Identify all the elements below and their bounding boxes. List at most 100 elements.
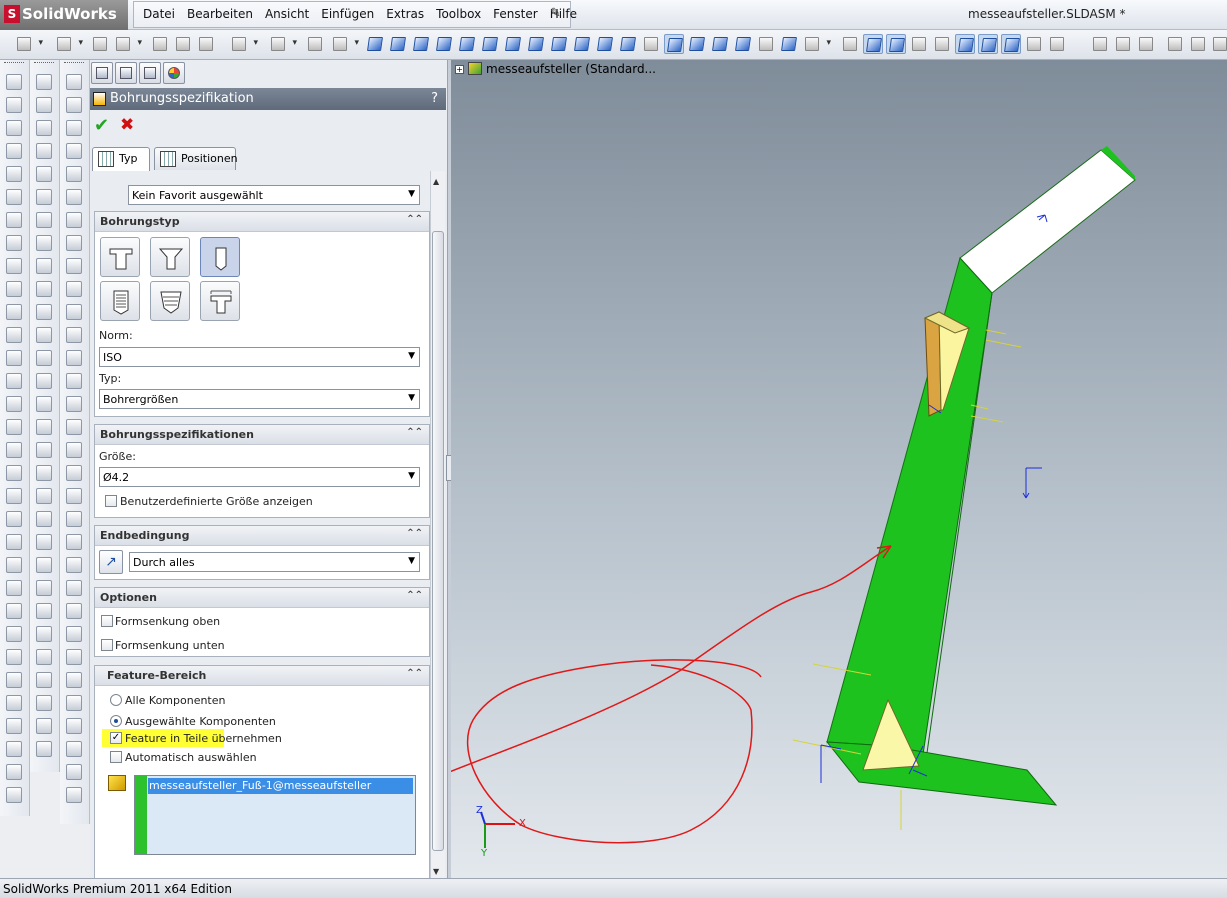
- view-points-icon[interactable]: [932, 34, 952, 54]
- revolve-cut-icon[interactable]: [6, 189, 22, 205]
- perimeter-circle-icon[interactable]: [66, 258, 82, 274]
- offset-entities-icon[interactable]: [66, 557, 82, 573]
- ok-button[interactable]: ✔: [94, 115, 109, 136]
- reference-geometry-icon[interactable]: [36, 580, 52, 596]
- change-transparency-icon[interactable]: [36, 120, 52, 136]
- favorite-select[interactable]: Kein Favorit ausgewählt ▼: [128, 185, 420, 205]
- polygon-icon[interactable]: [66, 350, 82, 366]
- centerline-icon[interactable]: [66, 166, 82, 182]
- clearance-icon[interactable]: [36, 442, 52, 458]
- group-options-header[interactable]: Optionen ⌃⌃: [95, 588, 429, 608]
- lofted-cut-icon[interactable]: [6, 235, 22, 251]
- rib-icon[interactable]: [6, 304, 22, 320]
- menu-toolbox[interactable]: Toolbox: [431, 0, 488, 30]
- mirror-icon[interactable]: [6, 419, 22, 435]
- mate-tool-icon[interactable]: [36, 304, 52, 320]
- pipe-tap-button[interactable]: [150, 281, 190, 321]
- hidden-lines-icon[interactable]: [710, 34, 730, 54]
- group-hole-specs-header[interactable]: Bohrungsspezifikationen ⌃⌃: [95, 425, 429, 445]
- mate-icon[interactable]: [1090, 34, 1110, 54]
- mirror-entities-icon[interactable]: [66, 718, 82, 734]
- linear-sketch-pattern-icon[interactable]: [66, 626, 82, 642]
- menu-datei[interactable]: Datei: [138, 0, 182, 30]
- scroll-up-icon[interactable]: ▲: [433, 177, 439, 186]
- weld-bead-icon[interactable]: [36, 695, 52, 711]
- 3-point-arc-icon[interactable]: [66, 327, 82, 343]
- menu-fenster[interactable]: Fenster: [488, 0, 545, 30]
- magnet-icon[interactable]: [36, 741, 52, 757]
- print-icon[interactable]: [113, 34, 142, 54]
- undo-icon[interactable]: [229, 34, 258, 54]
- collapse-chevron-icon[interactable]: ⌃⌃: [406, 214, 423, 225]
- new-document-icon[interactable]: [14, 34, 43, 54]
- hide-show-icon[interactable]: [36, 97, 52, 113]
- view-lights-icon[interactable]: [1024, 34, 1044, 54]
- dome-icon[interactable]: [6, 373, 22, 389]
- view-iso-icon[interactable]: [503, 34, 523, 54]
- simple-hole-button[interactable]: [200, 237, 240, 277]
- sketch-tool-icon[interactable]: [66, 74, 82, 90]
- move-entities-icon[interactable]: [66, 741, 82, 757]
- coordinate-system-icon[interactable]: [6, 695, 22, 711]
- help-button[interactable]: ?: [431, 91, 438, 106]
- helix-icon[interactable]: [6, 603, 22, 619]
- sketch-point-icon[interactable]: [66, 603, 82, 619]
- pan-icon[interactable]: [779, 34, 799, 54]
- toolbar-grip[interactable]: [34, 62, 54, 65]
- linear-pattern-icon[interactable]: [6, 442, 22, 458]
- linear-component-pattern-icon[interactable]: [36, 327, 52, 343]
- view-planes-icon[interactable]: [909, 34, 929, 54]
- rotate-component-icon[interactable]: [36, 396, 52, 412]
- flex-icon[interactable]: [6, 764, 22, 780]
- deform-icon[interactable]: [6, 787, 22, 803]
- property-scrollbar[interactable]: ▲ ▼: [430, 171, 445, 878]
- tapped-hole-button[interactable]: [100, 281, 140, 321]
- edit-component-icon[interactable]: [36, 143, 52, 159]
- swept-cut-icon[interactable]: [6, 212, 22, 228]
- draft-icon[interactable]: [6, 350, 22, 366]
- sketch-pattern-icon[interactable]: [6, 511, 22, 527]
- two-view-icon[interactable]: [618, 34, 638, 54]
- revolve-icon[interactable]: [6, 97, 22, 113]
- point-icon[interactable]: [6, 718, 22, 734]
- custom-size-checkbox[interactable]: [105, 495, 117, 507]
- single-view-icon[interactable]: [595, 34, 615, 54]
- open-icon[interactable]: [54, 34, 83, 54]
- save-icon[interactable]: [90, 34, 110, 54]
- appearance-icon[interactable]: [36, 189, 52, 205]
- sketch-icon[interactable]: [840, 34, 860, 54]
- toolbar-grip[interactable]: [64, 62, 84, 65]
- selected-components-list[interactable]: messeaufsteller_Fuß-1@messeaufsteller: [134, 775, 416, 855]
- collapse-chevron-icon[interactable]: ⌃⌃: [406, 668, 423, 679]
- view-bottom-icon[interactable]: [480, 34, 500, 54]
- reference-axis-icon[interactable]: [6, 672, 22, 688]
- collapse-chevron-icon[interactable]: ⌃⌃: [406, 427, 423, 438]
- list-item[interactable]: messeaufsteller_Fuß-1@messeaufsteller: [148, 778, 413, 794]
- curve-pattern-icon[interactable]: [6, 488, 22, 504]
- large-assembly-icon[interactable]: [36, 626, 52, 642]
- options-icon[interactable]: [173, 34, 193, 54]
- loft-icon[interactable]: [6, 143, 22, 159]
- move-tool-icon[interactable]: [36, 373, 52, 389]
- conic-icon[interactable]: [66, 511, 82, 527]
- convert-entities-icon[interactable]: [66, 580, 82, 596]
- sweep-icon[interactable]: [6, 120, 22, 136]
- section-view-icon[interactable]: [641, 34, 661, 54]
- chamfer-icon[interactable]: [6, 281, 22, 297]
- countersink-button[interactable]: [150, 237, 190, 277]
- new-assembly-icon[interactable]: [36, 258, 52, 274]
- assembly-features-icon[interactable]: [36, 557, 52, 573]
- app-logo[interactable]: S SolidWorks: [0, 0, 128, 30]
- view-left-icon[interactable]: [411, 34, 431, 54]
- trim-entities-icon[interactable]: [66, 672, 82, 688]
- extend-entities-icon[interactable]: [66, 695, 82, 711]
- explode-view-icon[interactable]: [1188, 34, 1208, 54]
- smart-fasteners-icon[interactable]: [1165, 34, 1185, 54]
- redo-icon[interactable]: [268, 34, 297, 54]
- view-dimetric-icon[interactable]: [549, 34, 569, 54]
- parabola-icon[interactable]: [66, 488, 82, 504]
- bottom-foot[interactable]: [825, 741, 1058, 806]
- size-select[interactable]: Ø4.2 ▼: [99, 467, 420, 487]
- exploded-view-icon[interactable]: [36, 488, 52, 504]
- circle-icon[interactable]: [66, 235, 82, 251]
